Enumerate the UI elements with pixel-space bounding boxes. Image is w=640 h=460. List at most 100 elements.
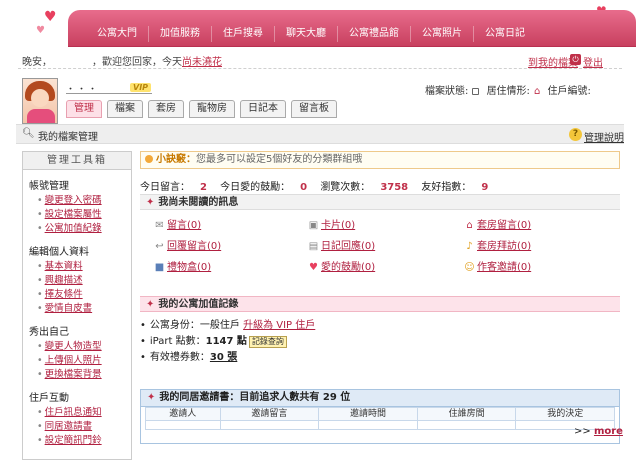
column-header: 住誰房間	[416, 407, 517, 421]
header-divider	[18, 68, 622, 69]
house-icon: ⌂	[533, 86, 541, 97]
cohabit-invites-header: ✦ 我的同居邀請書：目前追求人數共有 29 位	[141, 390, 619, 407]
management-toolbox: 管理工具箱 帳號管理 變更登入密碼 設定檔案屬性 公寓加值紀錄 編輯個人資料 基…	[22, 151, 132, 460]
unread-item[interactable]: ✉ 留言(0)	[154, 216, 201, 231]
sidebar-item-notifications[interactable]: 住戶訊息通知	[37, 406, 131, 420]
nav-tab-photos[interactable]: 公寓照片	[410, 26, 473, 42]
unread-item[interactable]: ■ 禮物盒(0)	[154, 258, 211, 273]
tip-label: 小訣竅：	[156, 154, 196, 165]
table-row	[145, 420, 615, 430]
more-link[interactable]: more	[594, 426, 623, 437]
tab-suite[interactable]: 套房	[148, 100, 184, 118]
nav-tab-value-service[interactable]: 加值服務	[148, 26, 211, 42]
sidebar-section-account: 帳號管理 變更登入密碼 設定檔案屬性 公寓加值紀錄	[23, 177, 131, 236]
sidebar-item-cohabit-invite[interactable]: 同居邀請書	[37, 420, 131, 434]
nav-tab-chat[interactable]: 聊天大廳	[274, 26, 337, 42]
avatar[interactable]	[22, 78, 58, 124]
unread-item[interactable]: ▣ 卡片(0)	[308, 216, 355, 231]
column-header: 邀請人	[145, 407, 221, 421]
unread-title: 我尚未閱讀的訊息	[158, 197, 239, 208]
nickname-underline	[66, 93, 152, 94]
greeting-text: ，歡迎您回家，今天	[92, 57, 182, 68]
invites-table: 邀請人 邀請留言 邀請時間 住誰房間 我的決定	[145, 407, 615, 430]
more-link-container: >> more	[574, 426, 623, 437]
page-title-bar: 🔍︎ 我的檔案管理 ? 管理說明	[16, 124, 624, 144]
stats-row: 今日留言： 2 今日愛的鼓勵： 0 瀏覽次數： 3758 友好指數： 9	[140, 178, 498, 193]
sidebar-item-value-records[interactable]: 公寓加值紀錄	[37, 222, 131, 236]
nav-tab-lobby[interactable]: 公寓大門	[86, 26, 148, 42]
tab-manage[interactable]: 管理	[66, 100, 102, 118]
water-flowers-link[interactable]: 尚未澆花	[182, 57, 222, 68]
tab-guestbook[interactable]: 留言板	[291, 100, 337, 118]
toolbox-title: 管理工具箱	[23, 152, 131, 170]
page-title: 我的檔案管理	[38, 132, 98, 143]
reply-icon: ↩	[155, 241, 164, 252]
sidebar-item-partner-criteria[interactable]: 擇友條件	[37, 288, 131, 302]
upgrade-vip-link[interactable]: 升級為 VIP 住戶	[243, 320, 315, 331]
lock-icon	[472, 87, 480, 95]
unread-section-header: ✦ 我尚未閱讀的訊息	[140, 194, 620, 210]
views-stat: 瀏覽次數： 3758	[320, 182, 409, 193]
cohabit-invites-box: ✦ 我的同居邀請書：目前追求人數共有 29 位 邀請人 邀請留言 邀請時間 住誰房…	[140, 389, 620, 444]
tab-diary[interactable]: 日記本	[240, 100, 286, 118]
arrow-icon: ✦	[147, 392, 156, 403]
value-record-header: ✦ 我的公寓加值記錄	[140, 296, 620, 312]
vip-badge: VIP	[130, 83, 152, 92]
column-header: 我的決定	[515, 407, 615, 421]
card-icon: ▣	[308, 220, 319, 231]
nav-tab-diary[interactable]: 公寓日記	[473, 26, 536, 42]
sidebar-item-change-background[interactable]: 更換檔案背景	[37, 368, 131, 382]
tab-file[interactable]: 檔案	[107, 100, 143, 118]
sidebar-item-interests[interactable]: 興趣描述	[37, 274, 131, 288]
logout-icon[interactable]: ⏻	[570, 54, 581, 65]
sidebar-item-change-password[interactable]: 變更登入密碼	[37, 194, 131, 208]
vouchers-row: 有效禮券數：30 張	[140, 350, 315, 366]
site-header: ♥ ♥ ♥ ♥ 公寓大門 加值服務 住戶搜尋 聊天大廳 公寓禮品館 公寓照片 公…	[0, 0, 640, 72]
sidebar-item-upload-photo[interactable]: 上傳個人照片	[37, 354, 131, 368]
greeting-prefix: 晚安，	[22, 57, 52, 68]
tip-text: 您最多可以設定5個好友的分類群組哦	[196, 154, 363, 165]
lightbulb-icon	[145, 155, 153, 163]
tab-pet-room[interactable]: 寵物房	[189, 100, 235, 118]
status-row: 檔案狀態: 居住情形: ⌂ 住戶編號:	[425, 82, 595, 97]
sidebar-item-change-character[interactable]: 變更人物造型	[37, 340, 131, 354]
today-messages-stat: 今日留言： 2	[140, 182, 207, 193]
value-record-title: 我的公寓加值記錄	[158, 299, 239, 310]
file-status-label: 檔案狀態:	[425, 86, 469, 97]
sidebar-item-love-book[interactable]: 愛情自皮書	[37, 302, 131, 316]
sidebar-item-sms-doorbell[interactable]: 設定簡訊門鈴	[37, 434, 131, 448]
nav-tab-search[interactable]: 住戶搜尋	[211, 26, 274, 42]
main-nav-bar: 公寓大門 加值服務 住戶搜尋 聊天大廳 公寓禮品館 公寓照片 公寓日記	[68, 10, 636, 46]
column-header: 邀請留言	[219, 407, 320, 421]
gift-icon: ■	[154, 262, 165, 273]
unread-item[interactable]: ↩ 回覆留言(0)	[154, 237, 221, 252]
sidebar-item-file-attributes[interactable]: 設定檔案屬性	[37, 208, 131, 222]
profile-tabs: 管理 檔案 套房 寵物房 日記本 留言板	[66, 100, 342, 118]
logout-link[interactable]: 登出	[583, 54, 603, 69]
section-title: 帳號管理	[29, 181, 69, 192]
today-love-stat: 今日愛的鼓勵： 0	[220, 182, 308, 193]
identity-row: 公寓身份：一般住戶 升級為 VIP 住戶	[140, 318, 315, 334]
section-title: 編輯個人資料	[29, 247, 89, 258]
diary-icon: ▤	[308, 241, 319, 252]
help-link[interactable]: 管理說明	[584, 129, 624, 144]
help-icon[interactable]: ?	[569, 128, 582, 141]
friendship-stat: 友好指數： 9	[421, 182, 489, 193]
sidebar-section-showcase: 秀出自己 變更人物造型 上傳個人照片 更換檔案背景	[23, 323, 131, 382]
sidebar-section-interaction: 住戶互動 住戶訊息通知 同居邀請書 設定簡訊門鈴	[23, 389, 131, 448]
suite-message-icon: ⌂	[466, 220, 473, 231]
section-title: 住戶互動	[29, 393, 69, 404]
sidebar-item-basic-info[interactable]: 基本資料	[37, 260, 131, 274]
unread-item[interactable]: ♥ 愛的鼓勵(0)	[308, 258, 375, 273]
unread-item[interactable]: ☺ 作客邀請(0)	[464, 258, 531, 273]
heart-decoration-icon: ♥	[36, 25, 45, 36]
section-title: 秀出自己	[29, 327, 69, 338]
unread-item[interactable]: ▤ 日記回應(0)	[308, 237, 375, 252]
unread-item[interactable]: ⌂ 套房留言(0)	[464, 216, 531, 231]
value-record-list: 公寓身份：一般住戶 升級為 VIP 住戶 iPart 點數：1147 點記錄查詢…	[140, 318, 315, 366]
record-query-button[interactable]: 記錄查詢	[248, 336, 287, 348]
unread-item[interactable]: ♪ 套房拜訪(0)	[464, 237, 531, 252]
nav-tab-gift-shop[interactable]: 公寓禮品館	[337, 26, 410, 42]
heart-icon: ♥	[309, 262, 318, 273]
message-icon: ✉	[155, 220, 164, 231]
